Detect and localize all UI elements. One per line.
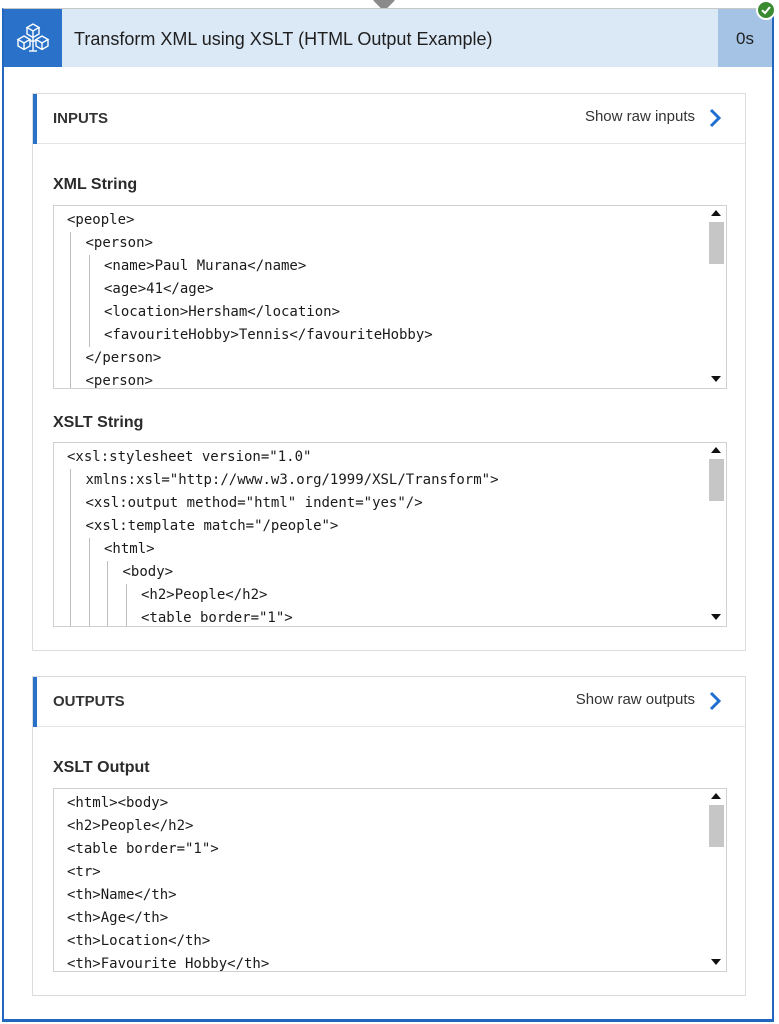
code-line: <h2>People</h2> bbox=[54, 815, 706, 838]
code-text: <th>Name</th> bbox=[67, 887, 177, 903]
code-text: <h2>People</h2> bbox=[67, 818, 194, 834]
code-line: <age>41</age> bbox=[54, 278, 706, 301]
success-check-icon bbox=[756, 0, 776, 20]
scroll-thumb[interactable] bbox=[709, 222, 724, 264]
code-line: xmlns:xsl="http://www.w3.org/1999/XSL/Tr… bbox=[54, 469, 706, 492]
xml-string-label: XML String bbox=[53, 176, 138, 193]
code-text: <age>41</age> bbox=[104, 281, 214, 297]
code-lines: <xsl:stylesheet version="1.0" xmlns:xsl="… bbox=[54, 443, 706, 626]
code-line: <name>Paul Murana</name> bbox=[54, 255, 706, 278]
xml-transform-cubes-icon bbox=[4, 9, 62, 67]
code-line: <person> bbox=[54, 232, 706, 255]
code-text: <person> bbox=[85, 373, 153, 389]
code-line: <th>Age</th> bbox=[54, 907, 706, 930]
outputs-title: OUTPUTS bbox=[53, 693, 125, 710]
scrollbar[interactable] bbox=[706, 789, 726, 971]
code-line: <html> bbox=[54, 538, 706, 561]
action-card: Transform XML using XSLT (HTML Output Ex… bbox=[2, 8, 774, 1022]
code-text: <person> bbox=[85, 235, 153, 251]
chevron-right-icon[interactable] bbox=[707, 690, 723, 712]
inputs-title: INPUTS bbox=[53, 110, 109, 127]
code-text: <tr> bbox=[67, 864, 101, 880]
action-header[interactable]: Transform XML using XSLT (HTML Output Ex… bbox=[4, 9, 772, 67]
code-text: <html> bbox=[104, 541, 155, 557]
scroll-down-arrow-icon[interactable] bbox=[711, 376, 721, 382]
code-line: <h2>People</h2> bbox=[54, 584, 706, 607]
code-text: <table border="1"> bbox=[141, 610, 293, 626]
code-text: <body> bbox=[122, 564, 174, 580]
code-line: <xsl:template match="/people"> bbox=[54, 515, 706, 538]
inputs-section: INPUTS Show raw inputs XML String <peopl… bbox=[32, 93, 746, 651]
show-raw-outputs-link[interactable]: Show raw outputs bbox=[576, 677, 695, 723]
code-line: <table border="1"> bbox=[54, 838, 706, 861]
code-text: <th>Favourite Hobby</th> bbox=[67, 956, 270, 972]
code-text: <table border="1"> bbox=[67, 841, 219, 857]
code-line: <html><body> bbox=[54, 792, 706, 815]
code-line: </person> bbox=[54, 347, 706, 370]
code-text: <location>Hersham</location> bbox=[104, 304, 341, 320]
inputs-header: INPUTS Show raw inputs bbox=[33, 94, 745, 144]
code-text: <people> bbox=[67, 212, 135, 228]
scrollbar[interactable] bbox=[706, 206, 726, 388]
scrollbar[interactable] bbox=[706, 443, 726, 626]
code-line: <th>Name</th> bbox=[54, 884, 706, 907]
code-text: xmlns:xsl="http://www.w3.org/1999/XSL/Tr… bbox=[85, 472, 499, 488]
xslt-output-box[interactable]: <html><body> <h2>People</h2> <table border… bbox=[53, 788, 727, 972]
outputs-header: OUTPUTS Show raw outputs bbox=[33, 677, 745, 727]
xml-string-box[interactable]: <people> <person> <name>Paul Murana</name>… bbox=[53, 205, 727, 389]
scroll-up-arrow-icon[interactable] bbox=[711, 210, 721, 216]
code-line: <table border="1"> bbox=[54, 607, 706, 626]
code-line: <tr> bbox=[54, 861, 706, 884]
code-lines: <people> <person> <name>Paul Murana</name>… bbox=[54, 206, 706, 388]
chevron-right-icon[interactable] bbox=[707, 107, 723, 129]
code-text: <xsl:output method="html" indent="yes"/> bbox=[85, 495, 423, 511]
outputs-section: OUTPUTS Show raw outputs XSLT Output <ht… bbox=[32, 676, 746, 996]
scroll-down-arrow-icon[interactable] bbox=[711, 959, 721, 965]
scroll-thumb[interactable] bbox=[709, 805, 724, 847]
code-text: <h2>People</h2> bbox=[141, 587, 268, 603]
code-line: <xsl:output method="html" indent="yes"/> bbox=[54, 492, 706, 515]
xslt-string-box[interactable]: <xsl:stylesheet version="1.0" xmlns:xsl="… bbox=[53, 442, 727, 627]
code-line: <person> bbox=[54, 370, 706, 389]
code-text: <th>Age</th> bbox=[67, 910, 169, 926]
code-line: <th>Location</th> bbox=[54, 930, 706, 953]
code-lines: <html><body> <h2>People</h2> <table border… bbox=[54, 789, 706, 971]
code-line: <xsl:stylesheet version="1.0" bbox=[54, 446, 706, 469]
code-line: <people> bbox=[54, 209, 706, 232]
code-line: <favouriteHobby>Tennis</favouriteHobby> bbox=[54, 324, 706, 347]
code-line: <body> bbox=[54, 561, 706, 584]
xslt-string-label: XSLT String bbox=[53, 414, 144, 431]
code-text: <xsl:template match="/people"> bbox=[85, 518, 339, 534]
code-text: <th>Location</th> bbox=[67, 933, 211, 949]
code-line: <location>Hersham</location> bbox=[54, 301, 706, 324]
code-text: <favouriteHobby>Tennis</favouriteHobby> bbox=[104, 327, 433, 343]
scroll-up-arrow-icon[interactable] bbox=[711, 793, 721, 799]
action-title: Transform XML using XSLT (HTML Output Ex… bbox=[74, 29, 493, 49]
code-text: <html><body> bbox=[67, 795, 169, 811]
code-text: <xsl:stylesheet version="1.0" bbox=[67, 449, 312, 465]
show-raw-inputs-link[interactable]: Show raw inputs bbox=[585, 94, 695, 140]
code-text: <name>Paul Murana</name> bbox=[104, 258, 307, 274]
code-text: </person> bbox=[85, 350, 162, 366]
code-line: <th>Favourite Hobby</th> bbox=[54, 953, 706, 972]
scroll-thumb[interactable] bbox=[709, 459, 724, 501]
scroll-up-arrow-icon[interactable] bbox=[711, 447, 721, 453]
scroll-down-arrow-icon[interactable] bbox=[711, 614, 721, 620]
xslt-output-label: XSLT Output bbox=[53, 759, 150, 776]
